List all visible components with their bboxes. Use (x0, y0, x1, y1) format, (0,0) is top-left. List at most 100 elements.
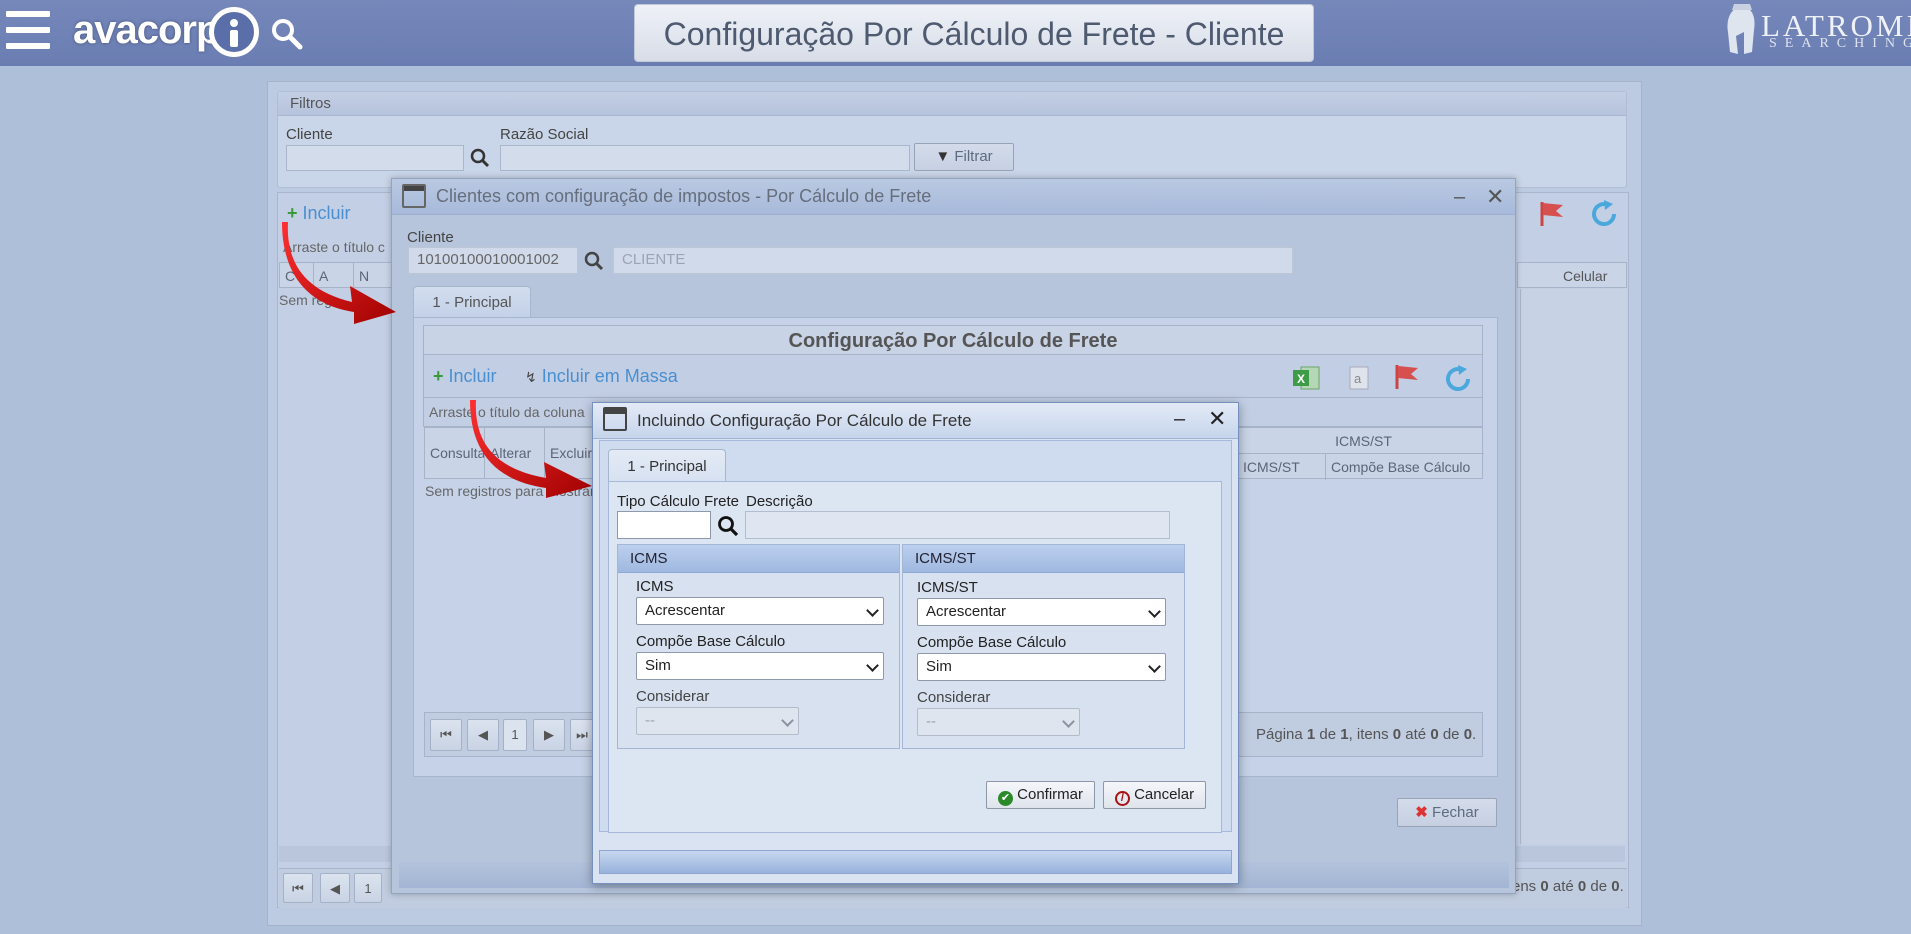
modal1-flag-icon[interactable] (1391, 362, 1421, 392)
cliente-search-icon[interactable] (470, 148, 490, 168)
tipo-calculo-input[interactable] (617, 511, 711, 539)
main-grid-header-right: Celular (1517, 262, 1627, 288)
filter-button-label: Filtrar (954, 148, 993, 165)
modal1-prev-page-button[interactable]: ◀ (467, 719, 499, 751)
main-page-number[interactable]: 1 (354, 873, 382, 903)
cancel-button[interactable]: / Cancelar (1103, 781, 1206, 809)
ban-icon: / (1114, 791, 1130, 806)
modal2-tab-principal[interactable]: 1 - Principal (608, 449, 726, 482)
icmsst-select[interactable]: Acrescentar (917, 598, 1166, 626)
chevron-down-icon (866, 604, 879, 617)
modal1-include-button[interactable]: + Incluir (433, 366, 497, 387)
chevron-down-icon (1148, 605, 1161, 618)
modal1-col-icmsst[interactable]: ICMS/ST (1238, 454, 1326, 480)
tipo-calculo-search-icon[interactable] (717, 515, 739, 537)
clientes-modal-title: Clientes com configuração de impostos - … (392, 179, 1515, 215)
svg-text:X: X (1297, 372, 1305, 386)
modal1-first-page-button[interactable]: ⏮ (430, 719, 462, 751)
modal1-include-mass-button[interactable]: ↯ Incluir em Massa (525, 366, 678, 387)
chevron-down-icon (781, 714, 794, 727)
modal1-tab-principal[interactable]: 1 - Principal (413, 286, 531, 318)
page-title: Configuração Por Cálculo de Frete - Clie… (634, 4, 1314, 62)
main-pager-text-a: ens (1512, 878, 1541, 895)
icmsst-compoe-label: Compõe Base Cálculo (917, 634, 1067, 651)
modal1-include-label: Incluir (448, 366, 497, 386)
modal1-include-mass-label: Incluir em Massa (541, 366, 678, 386)
tipo-calculo-label: Tipo Cálculo Frete (617, 493, 739, 510)
icms-compoe-label: Compõe Base Cálculo (636, 633, 786, 650)
main-pager-info: ens 0 até 0 de 0. (1512, 878, 1624, 895)
icms-select-value: Acrescentar (645, 602, 726, 619)
modal1-cliente-search-icon[interactable] (584, 251, 604, 271)
modal1-cliente-name: CLIENTE (613, 247, 1293, 274)
pdf-icon[interactable]: a (1345, 364, 1373, 392)
icms-compoe-value: Sim (645, 657, 671, 674)
modal1-grid-title: Configuração Por Cálculo de Frete (423, 325, 1483, 355)
check-circle-icon: ✔ (997, 791, 1013, 806)
icms-select[interactable]: Acrescentar (636, 597, 884, 625)
pager-count: 0 (1463, 726, 1473, 743)
brand-logo: LATROMI SEARCHING (1761, 2, 1911, 62)
info-logo-icon (209, 7, 259, 57)
incluindo-close-icon[interactable]: ✕ (1208, 406, 1226, 432)
clientes-modal-minimize-button[interactable]: – (1454, 186, 1465, 209)
modal1-col-compoe[interactable]: Compõe Base Cálculo (1326, 454, 1484, 480)
confirm-button[interactable]: ✔ Confirmar (986, 781, 1095, 809)
brand-tagline: SEARCHING (1769, 36, 1911, 51)
icmsst-considerar-select: -- (917, 708, 1080, 736)
main-prev-page-button[interactable]: ◀ (320, 873, 350, 903)
chevron-down-icon (1062, 715, 1075, 728)
main-refresh-icon[interactable] (1589, 199, 1619, 229)
main-pager-n1: 0 (1540, 878, 1549, 895)
modal1-icmsst-group-header: ICMS/ST (1238, 428, 1484, 454)
chevron-down-icon (866, 659, 879, 672)
icms-considerar-label: Considerar (636, 688, 710, 705)
incluindo-modal-title: Incluindo Configuração Por Cálculo de Fr… (593, 403, 1238, 439)
modal1-refresh-icon[interactable] (1443, 364, 1473, 394)
chevron-down-icon: ↯ (525, 369, 537, 385)
pager-text-d: até (1401, 726, 1431, 743)
main-pager-text-c: de (1586, 878, 1612, 895)
icmsst-compoe-select[interactable]: Sim (917, 653, 1166, 681)
main-pager-n2: 0 (1577, 878, 1587, 895)
pager-to: 0 (1430, 726, 1439, 743)
pager-text-f: . (1472, 726, 1477, 743)
main-col-celular[interactable]: Celular (1558, 263, 1628, 287)
modal1-last-page-button[interactable]: ⏭ (570, 719, 594, 751)
icms-compoe-select[interactable]: Sim (636, 652, 884, 680)
modal1-close-button[interactable]: ✖ Fechar (1397, 798, 1497, 827)
icms-considerar-value: -- (645, 712, 655, 729)
filters-title: Filtros (278, 92, 1626, 116)
search-icon[interactable] (270, 17, 304, 51)
close-x-icon: ✖ (1415, 804, 1428, 821)
modal1-cliente-label: Cliente (407, 229, 454, 246)
menu-icon[interactable] (6, 11, 50, 51)
pager-page: 1 (1306, 726, 1316, 743)
red-arrow-2-icon (470, 400, 592, 498)
razao-filter-input[interactable] (500, 145, 910, 171)
main-pager-text-b: até (1548, 878, 1578, 895)
plus-icon: + (433, 366, 444, 386)
icms-considerar-select: -- (636, 707, 799, 735)
pager-text-c: , itens (1348, 726, 1393, 743)
clientes-modal-close-icon[interactable]: ✕ (1486, 184, 1504, 210)
cliente-filter-input[interactable] (286, 145, 464, 171)
excel-icon[interactable]: X (1291, 364, 1321, 392)
modal1-pager-info: Página 1 de 1, itens 0 até 0 de 0. (1256, 726, 1476, 743)
pager-from: 0 (1392, 726, 1402, 743)
incluindo-minimize-button[interactable]: – (1174, 408, 1185, 431)
modal1-next-page-button[interactable]: ▶ (533, 719, 565, 751)
descricao-label: Descrição (746, 493, 813, 510)
icms-field-label: ICMS (636, 578, 674, 595)
icmsst-field-label: ICMS/ST (917, 579, 978, 596)
icmsst-considerar-label: Considerar (917, 689, 991, 706)
main-first-page-button[interactable]: ⏮ (283, 873, 313, 903)
funnel-icon: ▼ (935, 148, 951, 165)
filter-button[interactable]: ▼ Filtrar (914, 143, 1014, 171)
app-logo: avacorp (73, 8, 220, 52)
main-grid-body-right (1520, 289, 1626, 844)
modal1-page-number[interactable]: 1 (503, 719, 527, 751)
cliente-filter-label: Cliente (286, 126, 333, 143)
modal1-cliente-code[interactable]: 10100100010001002 (408, 247, 578, 274)
main-flag-icon[interactable] (1536, 199, 1566, 229)
